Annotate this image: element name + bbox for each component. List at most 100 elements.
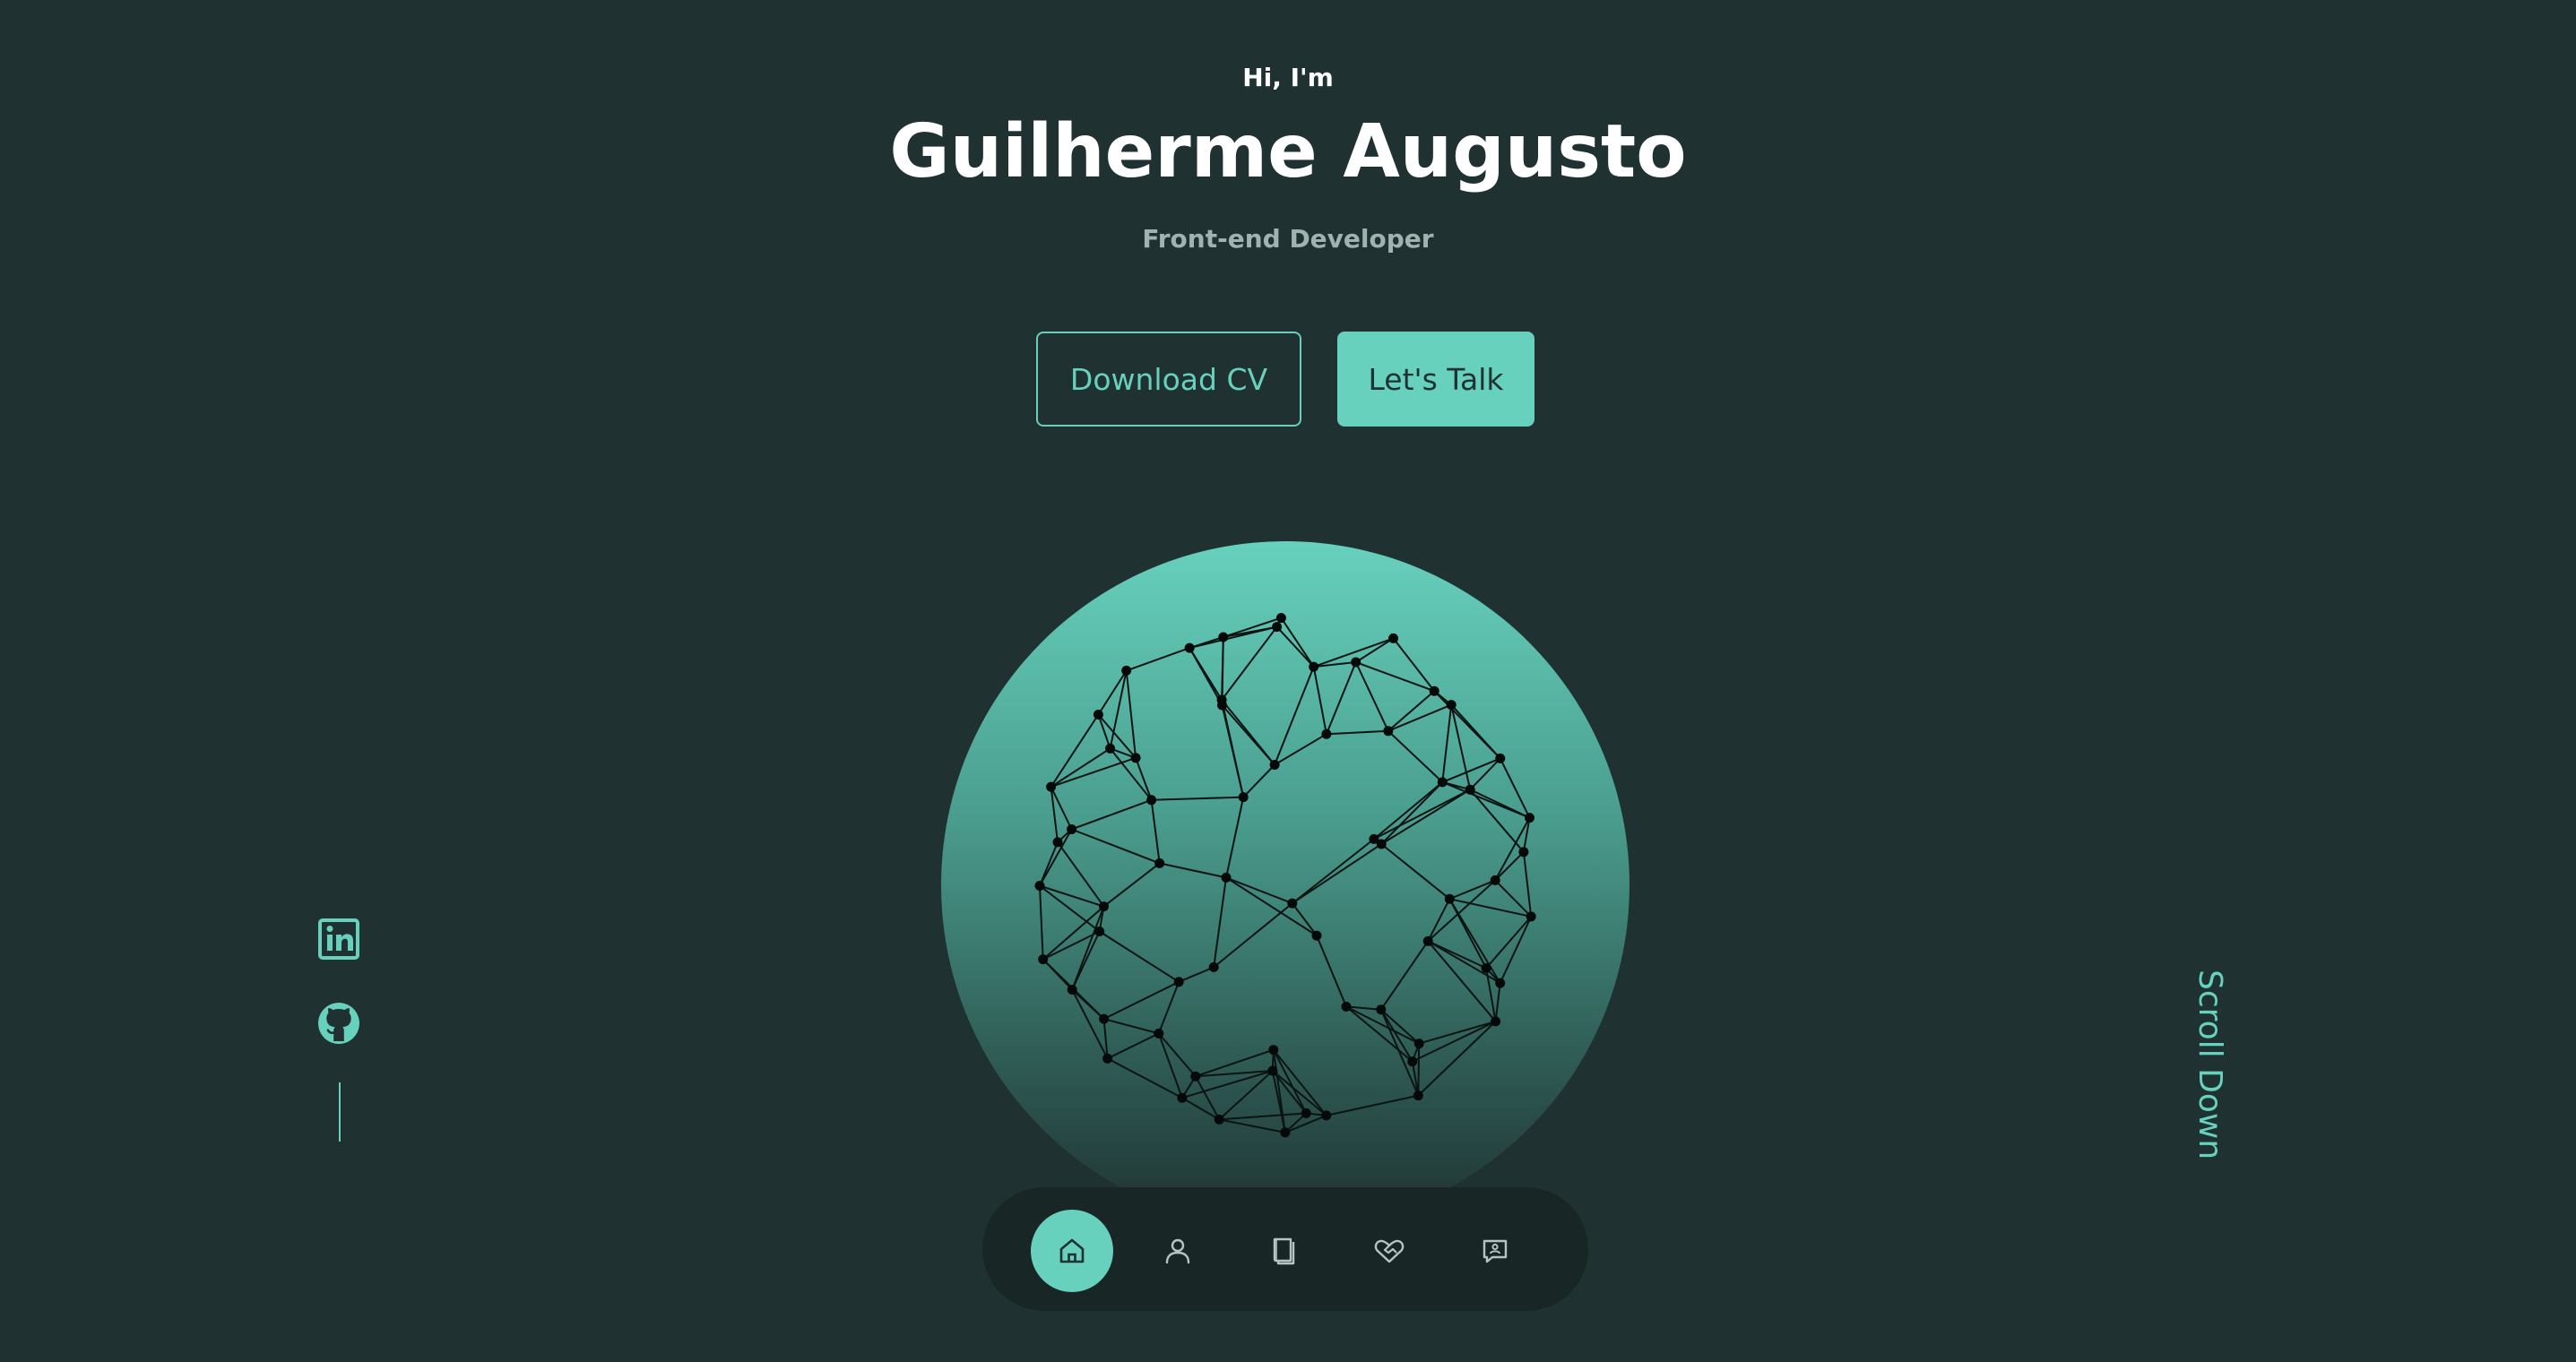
sphere-node <box>1038 954 1049 965</box>
sphere-node <box>1437 777 1448 788</box>
sphere-edge <box>1071 828 1161 865</box>
sphere-edge <box>1326 1094 1419 1116</box>
nav-services[interactable] <box>1348 1210 1431 1292</box>
sphere-node <box>1052 837 1063 848</box>
greeting-text: Hi, I'm <box>1242 63 1334 92</box>
sphere-edge <box>1039 884 1101 933</box>
home-icon <box>1059 1238 1085 1263</box>
sphere-edge <box>1219 1118 1285 1134</box>
sphere-edge <box>1427 940 1501 984</box>
sphere-node <box>1214 1114 1224 1125</box>
sphere-edge <box>1373 789 1471 840</box>
social-divider-line <box>339 1082 341 1142</box>
sphere-edge <box>1485 916 1532 970</box>
sphere-edge <box>1107 1057 1183 1099</box>
nav-contact[interactable] <box>1454 1210 1536 1292</box>
sphere-edge <box>1275 625 1315 668</box>
sphere-edge <box>1387 690 1435 732</box>
page-title: Guilherme Augusto <box>889 109 1687 194</box>
sphere-node <box>1269 760 1280 770</box>
sphere-edge <box>1441 757 1501 783</box>
sphere-edge <box>1469 789 1525 853</box>
sphere-node <box>1130 753 1141 763</box>
sphere-edge <box>1417 1043 1421 1096</box>
sphere-edge <box>1373 781 1443 840</box>
sphere-edge <box>1050 713 1100 788</box>
sphere-node <box>1216 694 1227 705</box>
sphere-edges <box>1039 616 1533 1134</box>
sphere-node <box>1173 977 1184 987</box>
sphere-edge <box>1225 876 1318 936</box>
sphere-node <box>1525 813 1534 823</box>
sphere-node <box>1309 661 1319 672</box>
sphere-edge <box>1103 980 1180 1020</box>
sphere-edge <box>1071 798 1152 831</box>
sphere-node <box>1341 1001 1352 1012</box>
scroll-down-label: Scroll Down <box>2191 970 2228 1160</box>
sphere-node <box>1280 1127 1291 1138</box>
sphere-edge <box>1312 666 1327 735</box>
sphere-node <box>1154 1028 1164 1039</box>
sphere-edge <box>1151 796 1244 801</box>
github-link[interactable] <box>317 1002 360 1045</box>
sphere-node <box>1429 685 1439 696</box>
sphere-node <box>1388 633 1398 643</box>
sphere-edge <box>1280 617 1315 668</box>
contact-icon <box>1482 1239 1508 1263</box>
sphere-edge <box>1380 843 1450 900</box>
sphere-edge <box>1449 898 1532 918</box>
sphere-node <box>1495 978 1506 988</box>
sphere-edge <box>1292 902 1318 936</box>
sphere-node <box>1184 642 1195 653</box>
sphere-node <box>1518 847 1529 858</box>
sphere-node <box>1093 710 1103 720</box>
sphere-edge <box>1159 862 1227 879</box>
sphere-node <box>1218 632 1229 642</box>
sphere-edge <box>1499 757 1531 819</box>
sphere-edge <box>1345 1005 1413 1063</box>
sphere-edge <box>1125 670 1137 758</box>
sphere-edge <box>1292 838 1375 904</box>
sphere-node <box>1099 1013 1110 1024</box>
nav-about[interactable] <box>1137 1210 1219 1292</box>
scroll-down-link[interactable]: Scroll Down <box>2191 970 2264 1159</box>
hero-image-circle <box>941 541 1629 1229</box>
sphere-edge <box>1379 1009 1413 1063</box>
nav-home[interactable] <box>1031 1210 1113 1292</box>
linkedin-icon <box>318 918 359 960</box>
sphere-edge <box>1433 690 1501 760</box>
sphere-edge <box>1219 1112 1307 1121</box>
lets-talk-button[interactable]: Let's Talk <box>1337 332 1534 427</box>
sphere-edge <box>1050 747 1111 788</box>
sphere-edge <box>1379 1009 1420 1096</box>
sphere-node <box>1094 927 1105 936</box>
sphere-node <box>1272 622 1283 633</box>
sphere-edge <box>1071 906 1105 990</box>
sphere-edge <box>1427 898 1451 942</box>
github-icon <box>318 1003 359 1044</box>
sphere-node <box>1099 901 1109 912</box>
sphere-edge <box>1050 756 1137 789</box>
sphere-edge <box>1158 1032 1197 1077</box>
sphere-edge <box>1039 884 1104 908</box>
sphere-node <box>1413 1039 1424 1049</box>
sphere-edge <box>1213 877 1227 968</box>
sphere-node <box>1321 728 1332 739</box>
sphere-edge <box>1107 1032 1160 1060</box>
linkedin-link[interactable] <box>317 918 360 961</box>
sphere-edge <box>1242 763 1275 798</box>
handshake-icon <box>1374 1239 1405 1263</box>
sphere-edge <box>1469 757 1501 790</box>
download-cv-button[interactable]: Download CV <box>1036 332 1301 427</box>
sphere-edge <box>1274 666 1315 765</box>
user-icon <box>1165 1238 1190 1264</box>
nav-experience[interactable] <box>1242 1210 1325 1292</box>
sphere-edge <box>1326 729 1388 736</box>
sphere-node <box>1444 893 1455 904</box>
sphere-edge <box>1039 885 1044 960</box>
sphere-node <box>1422 935 1433 946</box>
sphere-edge <box>1178 966 1215 983</box>
sphere-edge <box>1292 843 1382 904</box>
wireframe-sphere-graphic <box>1034 613 1536 1138</box>
sphere-node <box>1407 1056 1418 1067</box>
